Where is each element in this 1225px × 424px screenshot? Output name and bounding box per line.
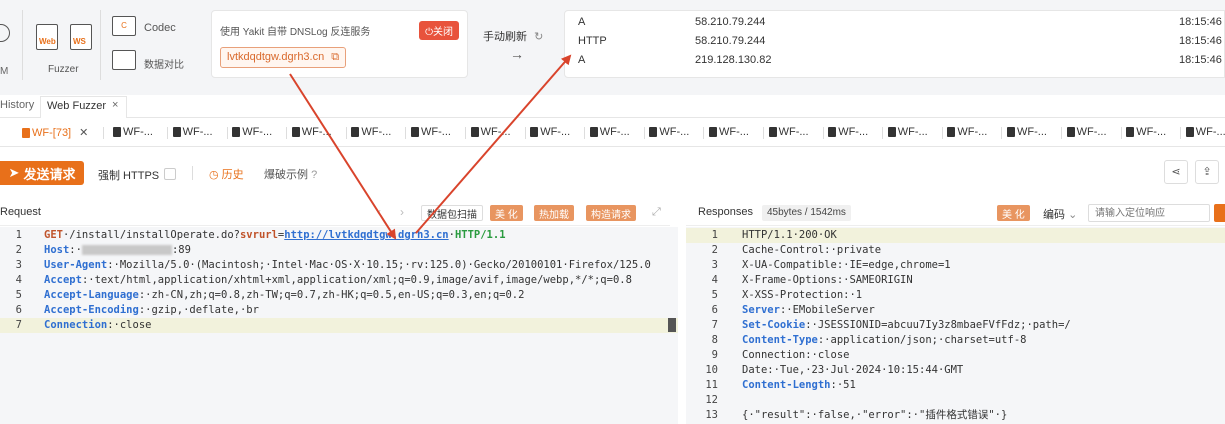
- annotation-arrows: [289, 54, 572, 240]
- arrow-domain-to-request: [289, 73, 397, 240]
- arrow-request-to-result: [415, 54, 572, 234]
